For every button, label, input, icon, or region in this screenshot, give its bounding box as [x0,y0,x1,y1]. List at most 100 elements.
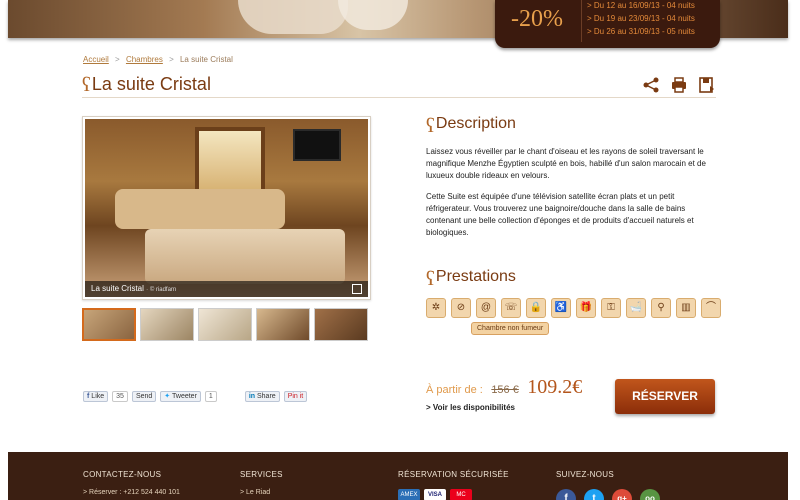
promo-offer[interactable]: > Du 19 au 23/09/13 - 04 nuits [587,12,695,25]
promo-divider [581,0,582,42]
send-button[interactable]: Send [131,391,157,402]
promo-offer[interactable]: > Du 26 au 31/09/13 - 05 nuits [587,25,695,38]
google-plus-icon[interactable]: g+ [612,489,632,500]
breadcrumb-home[interactable]: Accueil [83,55,109,64]
payment-methods: AMEX VISA MC [398,489,509,500]
amenities-list: ✲ ⊘ @ ☏ 🔒 ♿ 🎁 ⚿ 🛁 ⚲ ▥ ⌒ [426,298,721,318]
social-share-bar: f Like 35 Send ✦ Tweeter 1 in Share Pin … [83,391,308,402]
breadcrumb-separator: > [115,55,120,64]
facebook-icon: f [87,393,90,400]
no-smoking-icon[interactable]: ⊘ [451,298,471,318]
like-label: Like [91,393,105,400]
page-title-text: La suite Cristal [91,74,211,94]
footer-contact-heading: CONTACTEZ-NOUS [83,470,162,479]
page-title: ʕLa suite Cristal [82,74,211,97]
page-tools [642,76,716,94]
photo-bed [145,229,345,284]
bathtub-icon[interactable]: 🛁 [626,298,646,318]
banner-photo-pillow-2 [338,0,408,30]
tweet-label: Tweeter [172,393,197,400]
accessibility-icon[interactable]: ♿ [551,298,571,318]
banner-photo-pillow [238,0,348,34]
pinterest-button[interactable]: Pin it [283,391,308,402]
new-price: 109.2€ [527,376,583,398]
thumbnail[interactable] [140,308,194,341]
promo-box[interactable]: -20% > Du 12 au 16/09/13 - 04 nuits > Du… [495,0,720,48]
share-label: Share [257,393,276,400]
hanger-icon[interactable]: ⌒ [701,298,721,318]
save-icon[interactable] [698,76,716,94]
share-icon[interactable] [642,76,660,94]
photo-caption: La suite Cristal · © riadfarn [85,281,368,297]
description-paragraph: Laissez vous réveiller par le chant d'oi… [426,147,706,180]
promo-offers: > Du 12 au 16/09/13 - 04 nuits > Du 19 a… [587,0,695,38]
title-row: ʕLa suite Cristal [82,74,716,98]
thumbnail[interactable] [314,308,368,341]
footer-follow-heading: SUIVEZ-NOUS [556,470,614,479]
footer-follow: SUIVEZ-NOUS f t g+ oo [556,470,660,500]
tweet-button[interactable]: ✦ Tweeter [160,391,201,402]
promo-offer[interactable]: > Du 12 au 16/09/13 - 04 nuits [587,0,695,12]
price-label: À partir de : [426,384,483,396]
visa-icon: VISA [424,489,446,500]
reserve-button[interactable]: RÉSERVER [615,379,715,414]
gift-icon[interactable]: 🎁 [576,298,596,318]
ornament-icon: ʕ [426,268,435,290]
description-paragraph: Cette Suite est équipée d'une télévision… [426,192,694,237]
tweet-count: 1 [204,391,217,402]
availability-link[interactable]: > Voir les disponibilités [426,403,515,412]
amenity-tooltip: Chambre non fumeur [471,322,550,335]
prestations-heading: ʕPrestations [426,268,516,291]
breadcrumb-separator: > [169,55,174,64]
old-price: 156 € [491,384,519,396]
internet-icon[interactable]: @ [476,298,496,318]
footer-contact-phone[interactable]: > Réserver : +212 524 440 101 [83,489,180,496]
footer-contact: CONTACTEZ-NOUS > Réserver : +212 524 440… [83,470,180,496]
description-heading: ʕDescription [426,115,516,138]
tripadvisor-icon[interactable]: oo [640,489,660,500]
thumbnail-strip [82,308,368,341]
ornament-icon: ʕ [426,115,435,137]
photo-window [195,127,265,197]
footer-secure: RÉSERVATION SÉCURISÉE AMEX VISA MC [398,470,509,500]
facebook-like-button[interactable]: f Like [83,391,109,402]
photo-caption-title: La suite Cristal [91,284,144,293]
key-icon[interactable]: ⚿ [601,298,621,318]
description-heading-text: Description [435,115,516,132]
promo-discount: -20% [511,6,563,32]
thumbnail[interactable] [82,308,136,341]
footer-secure-heading: RÉSERVATION SÉCURISÉE [398,470,509,479]
thumbnail[interactable] [198,308,252,341]
thumbnail[interactable] [256,308,310,341]
shower-icon[interactable]: ⚲ [651,298,671,318]
main-photo-frame[interactable]: La suite Cristal · © riadfarn [82,116,371,300]
phone-icon[interactable]: ☏ [501,298,521,318]
fan-icon[interactable]: ✲ [426,298,446,318]
twitter-icon: ✦ [164,393,171,400]
breadcrumb: Accueil > Chambres > La suite Cristal [83,55,233,64]
breadcrumb-current: La suite Cristal [179,55,233,64]
price-block: À partir de : 156 € 109.2€ [426,376,582,399]
prestations-heading-text: Prestations [435,268,516,285]
ornament-icon: ʕ [82,74,91,96]
minibar-icon[interactable]: ▥ [676,298,696,318]
photo-caption-credit: · © riadfarn [146,287,177,293]
amex-icon: AMEX [398,489,420,500]
print-icon[interactable] [670,76,688,94]
safe-icon[interactable]: 🔒 [526,298,546,318]
mastercard-icon: MC [450,489,472,500]
description-text: Laissez vous réveiller par le chant d'oi… [426,146,711,248]
linkedin-share-button[interactable]: in Share [244,391,280,402]
like-count: 35 [112,391,128,402]
social-links: f t g+ oo [556,489,660,500]
photo-sofa [115,189,285,229]
twitter-icon[interactable]: t [584,489,604,500]
main-photo[interactable]: La suite Cristal · © riadfarn [85,119,368,297]
footer: CONTACTEZ-NOUS > Réserver : +212 524 440… [8,452,788,500]
footer-services-link[interactable]: > Le Riad [240,489,283,496]
facebook-icon[interactable]: f [556,489,576,500]
breadcrumb-rooms[interactable]: Chambres [126,55,163,64]
linkedin-icon: in [248,393,256,400]
fullscreen-icon[interactable] [352,284,362,294]
footer-services-heading: SERVICES [240,470,283,479]
